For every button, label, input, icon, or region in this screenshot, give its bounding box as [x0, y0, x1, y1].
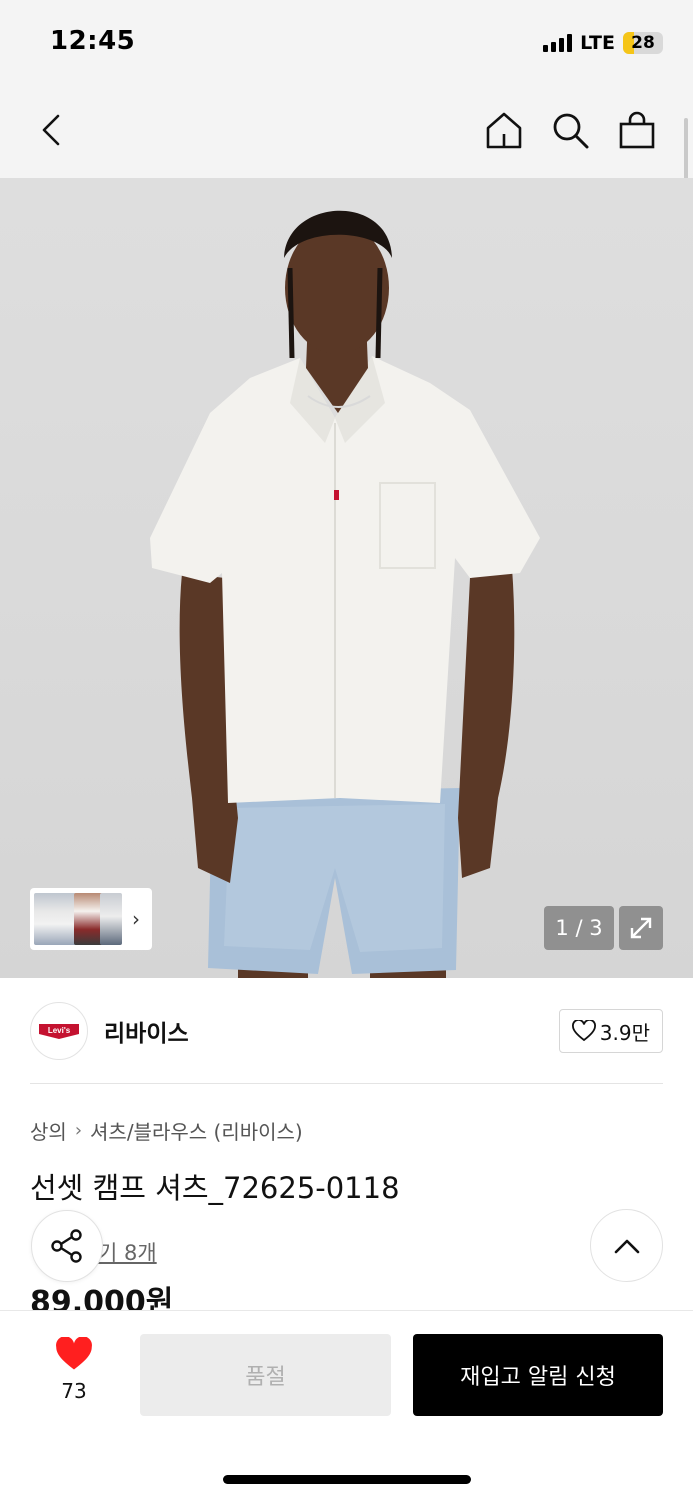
scroll-to-top-button[interactable] — [590, 1209, 663, 1282]
product-title: 선셋 캠프 셔츠_72625-0118 — [30, 1171, 400, 1205]
back-button[interactable] — [30, 108, 74, 152]
breadcrumb-item[interactable]: 상의 — [30, 1116, 67, 1145]
chevron-right-icon: › — [132, 907, 140, 931]
top-navigation-bar — [0, 88, 693, 178]
image-page-counter: 1 / 3 — [544, 906, 614, 950]
network-type: LTE — [580, 32, 615, 54]
product-photo — [150, 210, 540, 978]
search-icon — [553, 113, 589, 149]
product-image-gallery[interactable]: › 1 / 3 — [0, 178, 693, 978]
wishlist-button[interactable]: 73 — [48, 1336, 100, 1403]
breadcrumb: 상의 › 셔츠/블라우스 (리바이스) — [30, 1116, 303, 1145]
brand-logo[interactable]: Levi's — [30, 1002, 88, 1060]
share-button[interactable] — [31, 1210, 103, 1282]
share-icon — [51, 1229, 82, 1263]
battery-level: 28 — [631, 33, 655, 53]
home-indicator[interactable] — [223, 1475, 471, 1484]
heart-filled-icon — [56, 1336, 92, 1370]
brand-row[interactable]: Levi's 리바이스 3.9만 — [30, 1000, 663, 1062]
thumbnail-strip[interactable]: › — [30, 888, 152, 950]
brand-like-button[interactable]: 3.9만 — [558, 1009, 663, 1053]
battery-icon: 28 — [623, 32, 663, 54]
restock-alert-button[interactable]: 재입고 알림 신청 — [413, 1334, 663, 1416]
bottom-action-bar: 73 품절 재입고 알림 신청 — [0, 1310, 693, 1500]
divider — [30, 1083, 663, 1084]
soldout-button: 품절 — [140, 1334, 391, 1416]
shopping-bag-icon — [619, 111, 655, 149]
brand-name[interactable]: 리바이스 — [104, 1014, 189, 1048]
status-time: 12:45 — [50, 26, 136, 56]
brand-like-count: 3.9만 — [599, 1020, 650, 1045]
cart-button[interactable] — [615, 108, 659, 152]
home-button[interactable] — [482, 108, 526, 152]
wishlist-count: 73 — [61, 1379, 87, 1403]
home-icon — [486, 112, 522, 149]
chevron-left-icon — [42, 114, 60, 146]
svg-text:Levi's: Levi's — [48, 1026, 71, 1035]
expand-image-button[interactable] — [619, 906, 663, 950]
chevron-up-icon — [614, 1239, 639, 1253]
status-bar: 12:45 LTE 28 — [0, 0, 693, 88]
breadcrumb-item[interactable]: 셔츠/블라우스 (리바이스) — [90, 1116, 303, 1145]
thumbnail-1[interactable] — [34, 893, 78, 945]
review-count-link[interactable]: 기 8개 — [98, 1237, 157, 1267]
product-price: 89,000원 — [30, 1285, 174, 1310]
expand-icon — [630, 917, 652, 939]
chevron-right-icon: › — [74, 1120, 83, 1141]
levis-logo-icon: Levi's — [39, 1024, 79, 1039]
search-button[interactable] — [548, 108, 592, 152]
signal-strength-icon — [543, 34, 573, 52]
heart-outline-icon — [571, 1020, 596, 1042]
thumbnail-3[interactable] — [100, 893, 122, 945]
status-indicators: LTE 28 — [543, 30, 663, 56]
